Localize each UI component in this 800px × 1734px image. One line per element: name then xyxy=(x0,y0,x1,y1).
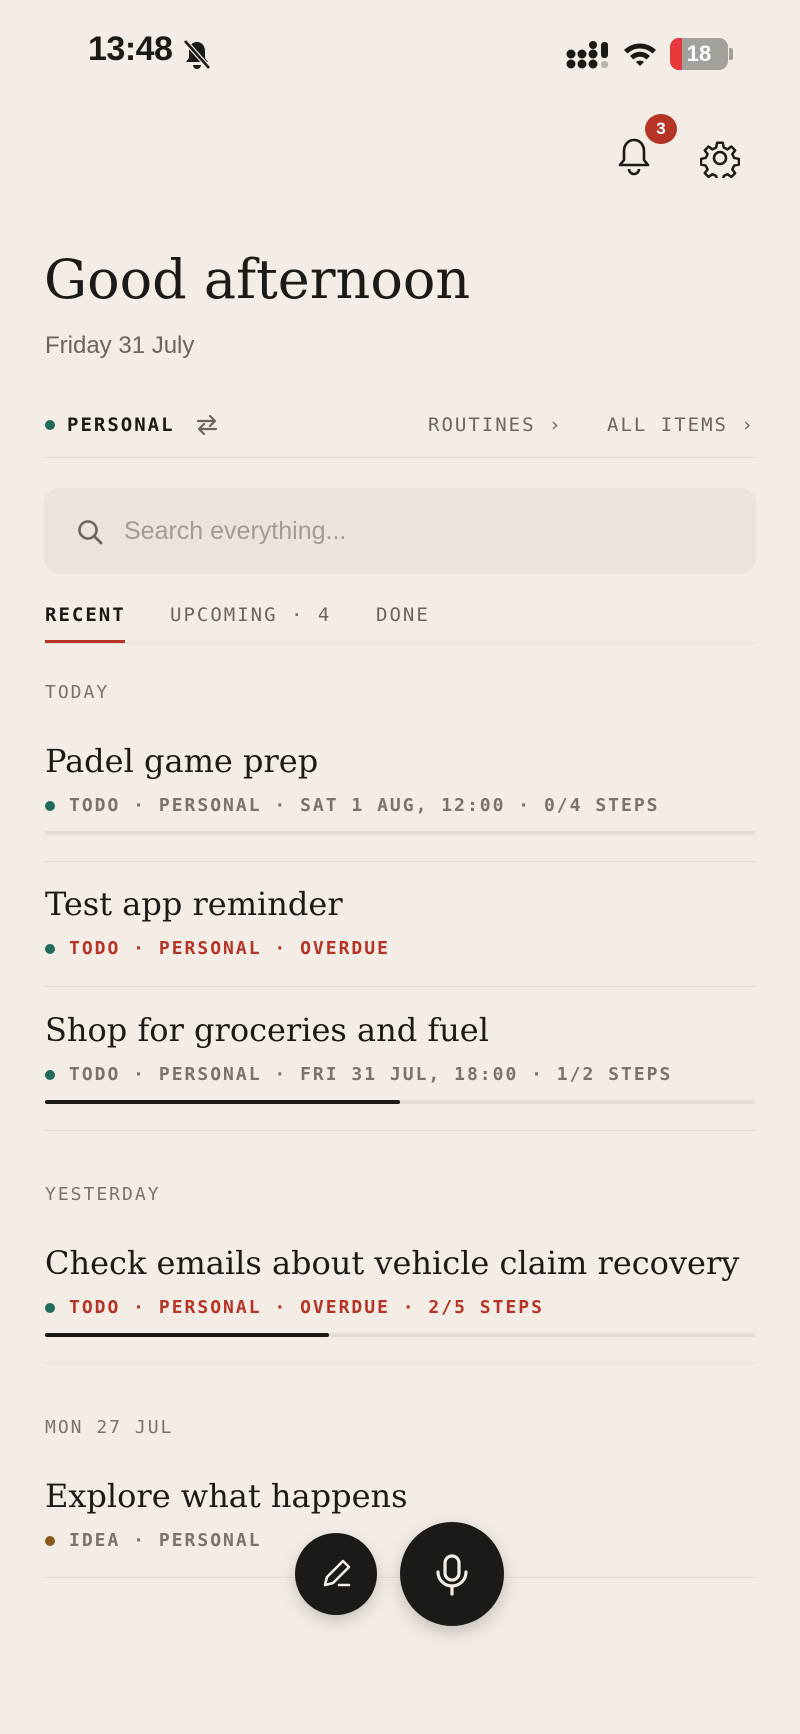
divider xyxy=(45,861,755,862)
bell-slash-icon xyxy=(183,39,211,70)
tab-done[interactable]: DONE xyxy=(376,604,430,626)
progress-fill xyxy=(45,1333,329,1337)
item-meta-text: TODO · PERSONAL · OVERDUE · 2/5 STEPS xyxy=(69,1297,544,1318)
status-dot xyxy=(45,800,55,811)
item-title[interactable]: Padel game prep xyxy=(45,742,318,780)
item-meta-text: IDEA · PERSONAL xyxy=(69,1530,262,1551)
search-input[interactable] xyxy=(124,507,724,555)
item-title[interactable]: Shop for groceries and fuel xyxy=(45,1011,489,1049)
battery-cap xyxy=(729,48,733,60)
search-icon xyxy=(78,520,103,545)
page-title: Good afternoon xyxy=(44,248,471,311)
microphone-icon xyxy=(436,1554,468,1596)
swap-arrows-icon[interactable] xyxy=(195,414,219,436)
progress-bar xyxy=(45,1100,755,1104)
cellular-signal-icon xyxy=(566,41,608,69)
workspace-dot xyxy=(45,420,55,430)
item-meta: TODO · PERSONAL · FRI 31 JUL, 18:00 · 1/… xyxy=(45,1064,672,1085)
all-items-link[interactable]: ALL ITEMS › xyxy=(607,414,755,436)
status-dot xyxy=(45,943,55,954)
item-title[interactable]: Test app reminder xyxy=(45,885,343,923)
tab-recent[interactable]: RECENT xyxy=(45,604,126,626)
battery-indicator: 18 xyxy=(670,38,728,70)
gear-icon[interactable] xyxy=(700,138,740,178)
status-dot xyxy=(45,1535,55,1546)
divider xyxy=(45,1130,755,1131)
divider xyxy=(45,457,755,458)
progress-fill xyxy=(45,1100,400,1104)
item-meta: TODO · PERSONAL · OVERDUE xyxy=(45,938,390,959)
battery-level: 18 xyxy=(686,41,712,66)
bell-icon[interactable] xyxy=(614,134,654,178)
section-header-today: TODAY xyxy=(45,682,110,703)
divider xyxy=(45,1363,755,1364)
voice-input-button[interactable] xyxy=(400,1522,504,1626)
pencil-icon xyxy=(323,1559,351,1587)
progress-bar xyxy=(45,1333,755,1337)
item-title[interactable]: Explore what happens xyxy=(45,1477,408,1515)
progress-bar xyxy=(45,831,755,835)
tab-upcoming[interactable]: UPCOMING · 4 xyxy=(170,604,331,626)
item-meta: TODO · PERSONAL · SAT 1 AUG, 12:00 · 0/4… xyxy=(45,795,660,816)
item-meta-text: TODO · PERSONAL · OVERDUE xyxy=(69,938,390,959)
status-dot xyxy=(45,1302,55,1313)
notification-count-badge[interactable]: 3 xyxy=(645,114,677,144)
section-header-yesterday: YESTERDAY xyxy=(45,1184,161,1205)
divider xyxy=(45,643,755,644)
status-clock: 13:48 xyxy=(88,30,173,68)
current-date: Friday 31 July xyxy=(45,332,195,359)
workspace-name: PERSONAL xyxy=(67,414,175,436)
wifi-icon xyxy=(624,43,656,66)
routines-link[interactable]: ROUTINES › xyxy=(428,414,562,436)
item-title[interactable]: Check emails about vehicle claim recover… xyxy=(45,1244,739,1282)
compose-button[interactable] xyxy=(295,1533,377,1615)
item-meta: IDEA · PERSONAL xyxy=(45,1530,262,1551)
item-meta-text: TODO · PERSONAL · FRI 31 JUL, 18:00 · 1/… xyxy=(69,1064,673,1085)
status-dot xyxy=(45,1069,55,1080)
section-header-mon-27-jul: MON 27 JUL xyxy=(45,1417,174,1438)
divider xyxy=(45,986,755,987)
item-meta: TODO · PERSONAL · OVERDUE · 2/5 STEPS xyxy=(45,1297,544,1318)
item-meta-text: TODO · PERSONAL · SAT 1 AUG, 12:00 · 0/4… xyxy=(69,795,660,816)
workspace-selector[interactable]: PERSONAL xyxy=(45,414,175,436)
